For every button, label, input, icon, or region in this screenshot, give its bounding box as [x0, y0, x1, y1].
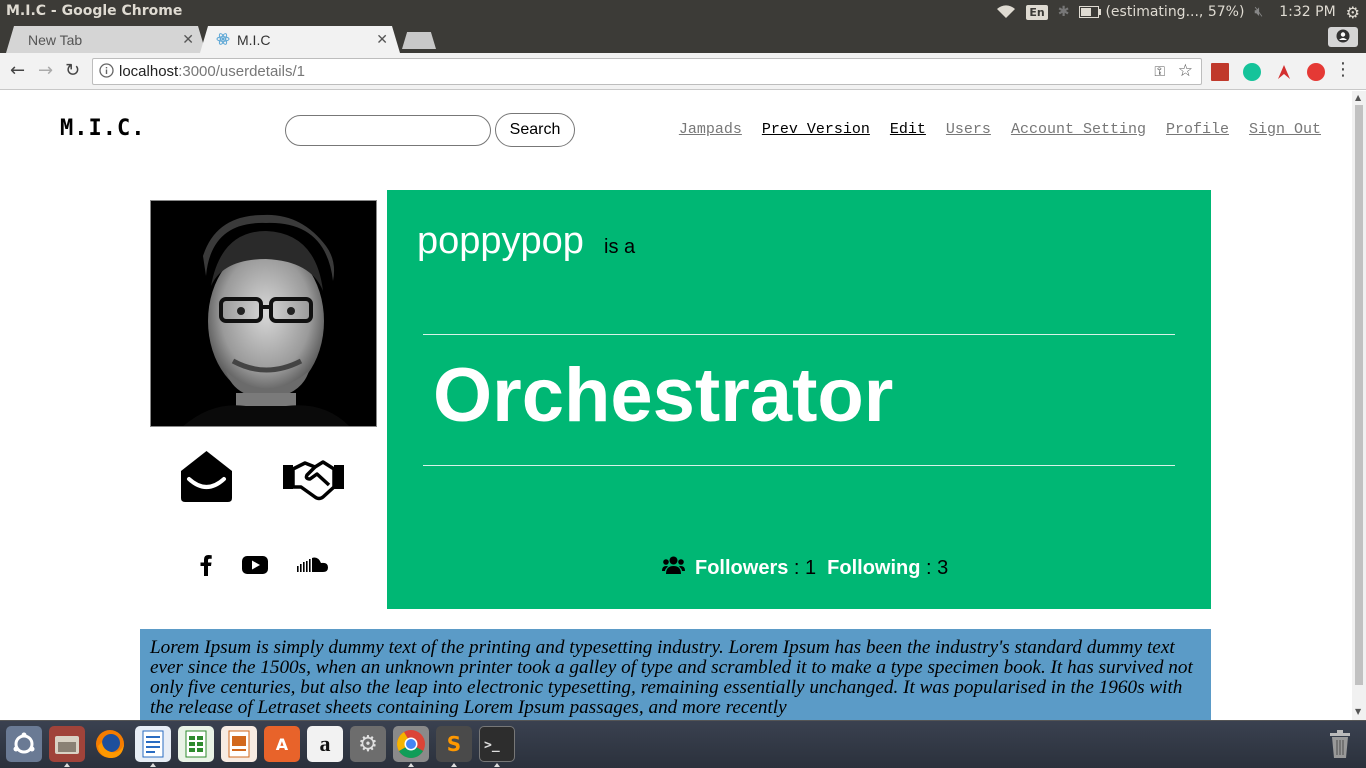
libreoffice-writer-icon[interactable]: [135, 726, 171, 762]
url-path: :3000/userdetails/1: [178, 63, 305, 80]
page-viewport: M.I.C. Search Jampads Prev Version Edit …: [0, 91, 1352, 720]
search-button[interactable]: Search: [495, 113, 575, 147]
running-indicator: [408, 763, 414, 767]
soundcloud-icon[interactable]: [297, 557, 329, 577]
bookmark-extension-icon[interactable]: [1211, 63, 1229, 81]
chrome-icon[interactable]: [393, 726, 429, 762]
grammarly-icon[interactable]: [1243, 63, 1261, 81]
red-extension-icon[interactable]: [1275, 63, 1293, 81]
back-arrow-icon[interactable]: ←: [10, 62, 25, 80]
chrome-menu-icon[interactable]: ⋮: [1334, 61, 1352, 79]
new-tab-button[interactable]: [402, 32, 436, 49]
react-favicon-icon: [216, 32, 230, 49]
running-indicator: [451, 763, 457, 767]
site-nav: Jampads Prev Version Edit Users Account …: [679, 121, 1321, 138]
volume-muted-icon[interactable]: 🔇︎: [1254, 4, 1263, 20]
trash-icon[interactable]: [1322, 726, 1358, 762]
settings-gear-icon[interactable]: ⚙: [1346, 3, 1360, 22]
following-count: : 3: [920, 556, 949, 579]
followers-link[interactable]: Followers: [695, 557, 788, 580]
sublime-text-icon[interactable]: S: [436, 726, 472, 762]
running-indicator: [494, 763, 500, 767]
running-indicator: [64, 763, 70, 767]
follow-stats: Followers : 1 Following : 3: [662, 556, 948, 580]
reload-icon[interactable]: ↻: [65, 62, 80, 80]
amazon-icon[interactable]: a: [307, 726, 343, 762]
firefox-icon[interactable]: [92, 726, 128, 762]
followers-count: : 1: [788, 556, 817, 579]
youtube-icon[interactable]: [242, 556, 268, 578]
system-tray: En ✱ (estimating..., 57%) 🔇︎ 1:32 PM ⚙: [996, 0, 1360, 24]
tab-mic[interactable]: M.I.C ✕: [200, 26, 400, 53]
search-input[interactable]: [285, 115, 491, 146]
close-icon[interactable]: ✕: [182, 31, 194, 48]
running-indicator: [150, 763, 156, 767]
scroll-down-icon[interactable]: ▼: [1355, 707, 1361, 716]
software-center-icon[interactable]: A: [264, 726, 300, 762]
profile-username: poppypop: [417, 220, 584, 262]
adblock-icon[interactable]: [1307, 63, 1325, 81]
user-icon: [1336, 28, 1350, 47]
users-icon: [662, 556, 685, 580]
wifi-icon[interactable]: [996, 5, 1016, 19]
nav-link-sign-out[interactable]: Sign Out: [1249, 121, 1321, 138]
facebook-icon[interactable]: [200, 554, 212, 580]
address-bar[interactable]: localhost:3000/userdetails/1 ⚿ ☆: [92, 58, 1202, 85]
battery-icon: [1079, 6, 1102, 18]
battery-indicator[interactable]: (estimating..., 57%): [1079, 4, 1244, 20]
libreoffice-impress-icon[interactable]: [221, 726, 257, 762]
divider: [423, 465, 1175, 466]
chrome-profile-button[interactable]: [1328, 27, 1358, 47]
envelope-open-icon[interactable]: [181, 451, 232, 507]
scrollbar-thumb[interactable]: [1355, 105, 1363, 685]
key-icon[interactable]: ⚿: [1154, 63, 1165, 80]
profile-bio: Lorem Ipsum is simply dummy text of the …: [140, 629, 1211, 720]
profile-card: poppypop is a Orchestrator Followers : 1…: [387, 190, 1211, 609]
libreoffice-calc-icon[interactable]: [178, 726, 214, 762]
battery-status: (estimating..., 57%): [1105, 4, 1245, 20]
nav-link-prev-version[interactable]: Prev Version: [762, 121, 870, 138]
handshake-icon[interactable]: [281, 459, 346, 505]
window-title: M.I.C - Google Chrome: [6, 3, 183, 19]
tab-new-tab[interactable]: New Tab ✕: [6, 26, 206, 53]
forward-arrow-icon[interactable]: →: [38, 62, 53, 80]
nav-link-account-setting[interactable]: Account Setting: [1011, 121, 1146, 138]
tab-label: M.I.C: [237, 31, 271, 48]
files-icon[interactable]: [49, 726, 85, 762]
nav-link-profile[interactable]: Profile: [1166, 121, 1229, 138]
ubuntu-dash-icon[interactable]: [6, 726, 42, 762]
site-logo[interactable]: M.I.C.: [60, 116, 145, 141]
nav-link-edit[interactable]: Edit: [890, 121, 926, 138]
terminal-icon[interactable]: >_: [479, 726, 515, 762]
system-settings-icon[interactable]: ⚙: [350, 726, 386, 762]
tab-strip: New Tab ✕ M.I.C ✕: [0, 24, 1366, 53]
bookmark-star-icon[interactable]: ☆: [1178, 61, 1193, 81]
keyboard-layout-indicator[interactable]: En: [1026, 4, 1048, 20]
browser-toolbar: ← → ↻ localhost:3000/userdetails/1 ⚿ ☆ ⋮: [0, 53, 1366, 90]
os-top-bar: M.I.C - Google Chrome En ✱ (estimating..…: [0, 0, 1366, 24]
page-scrollbar[interactable]: ▲ ▼: [1352, 91, 1366, 720]
divider: [423, 334, 1175, 335]
following-link[interactable]: Following: [827, 557, 920, 580]
scroll-up-icon[interactable]: ▲: [1355, 93, 1361, 102]
nav-link-users[interactable]: Users: [946, 121, 991, 138]
bio-text: Lorem Ipsum is simply dummy text of the …: [150, 637, 1193, 718]
profile-photo: [150, 200, 377, 427]
is-a-label: is a: [604, 236, 636, 258]
ubuntu-dock: A a ⚙ S >_: [0, 720, 1366, 768]
bluetooth-icon[interactable]: ✱: [1058, 4, 1070, 20]
close-icon[interactable]: ✕: [376, 31, 388, 48]
clock[interactable]: 1:32 PM: [1279, 4, 1335, 20]
tab-label: New Tab: [28, 31, 83, 48]
profile-role: Orchestrator: [433, 353, 894, 438]
url-host: localhost: [119, 63, 179, 80]
nav-link-jampads[interactable]: Jampads: [679, 121, 742, 138]
url-text: localhost:3000/userdetails/1: [119, 63, 305, 80]
info-icon[interactable]: [99, 63, 114, 82]
